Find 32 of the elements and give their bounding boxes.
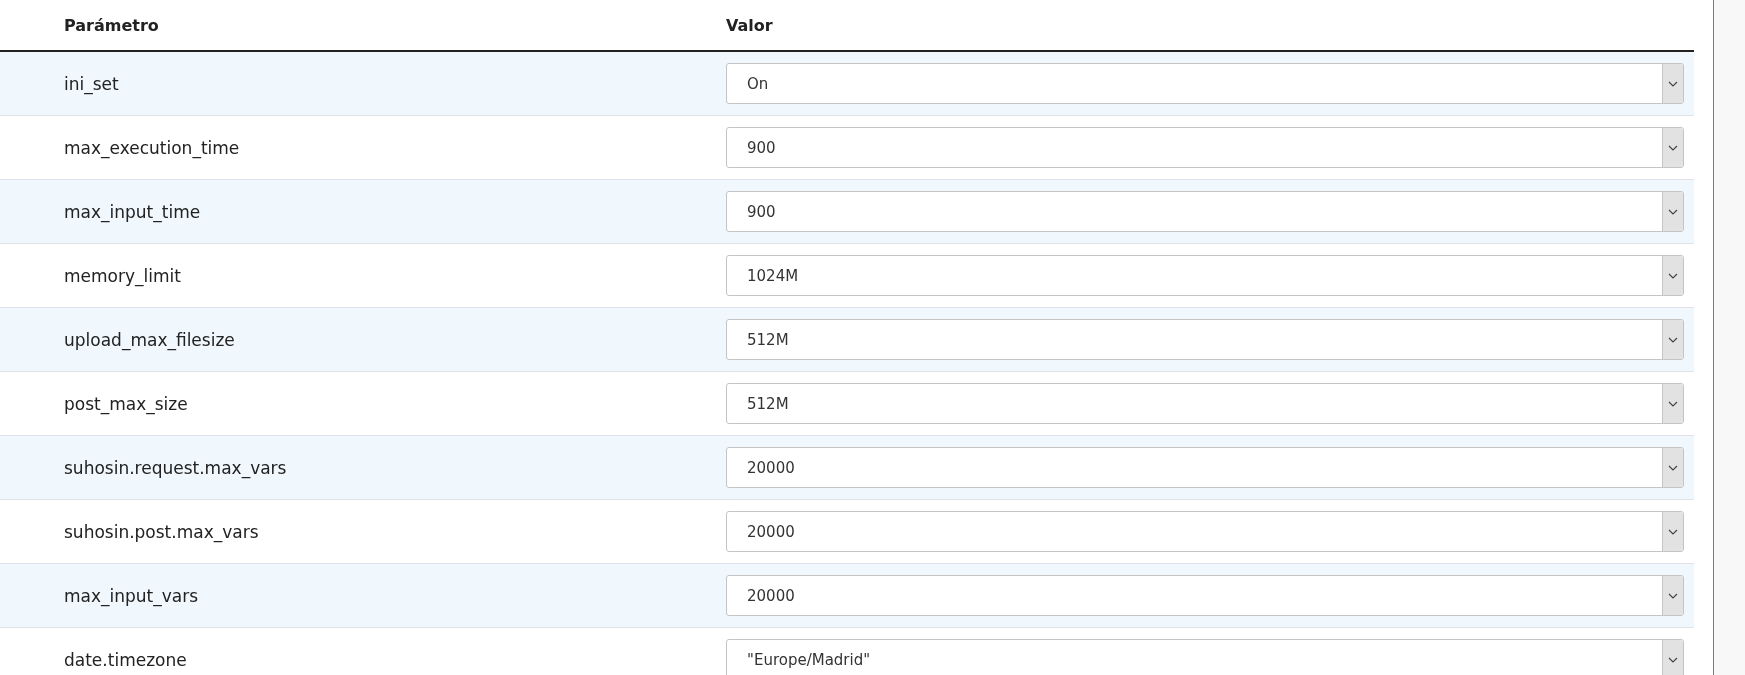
chevron-down-icon bbox=[1668, 272, 1678, 279]
chevron-down-icon bbox=[1668, 336, 1678, 343]
parameter-name: suhosin.request.max_vars bbox=[64, 457, 287, 478]
parameter-name: max_execution_time bbox=[64, 137, 240, 158]
parameter-name: post_max_size bbox=[64, 393, 188, 414]
parameter-name: ini_set bbox=[64, 73, 119, 94]
parameter-name: max_input_time bbox=[64, 201, 201, 222]
chevron-down-icon bbox=[1668, 144, 1678, 151]
value-dropdown[interactable]: 900 bbox=[726, 191, 1684, 232]
chevron-down-icon bbox=[1668, 400, 1678, 407]
column-header: Parámetro bbox=[64, 15, 159, 35]
value-dropdown[interactable]: On bbox=[726, 63, 1684, 104]
chevron-down-icon bbox=[1668, 656, 1678, 663]
chevron-down-icon bbox=[1668, 528, 1678, 535]
parameter-name: max_input_vars bbox=[64, 585, 199, 606]
chevron-down-icon bbox=[1668, 208, 1678, 215]
chevron-down-icon bbox=[1668, 464, 1678, 471]
value-dropdown[interactable]: 512M bbox=[726, 319, 1684, 360]
value-dropdown[interactable]: 512M bbox=[726, 383, 1684, 424]
parameter-name: upload_max_filesize bbox=[64, 329, 235, 350]
value-dropdown[interactable]: 20000 bbox=[726, 511, 1684, 552]
chevron-down-icon bbox=[1668, 80, 1678, 87]
parameter-name: memory_limit bbox=[64, 265, 181, 286]
parameter-name: suhosin.post.max_vars bbox=[64, 521, 259, 542]
value-dropdown[interactable]: 1024M bbox=[726, 255, 1684, 296]
value-dropdown[interactable]: 900 bbox=[726, 127, 1684, 168]
value-dropdown[interactable]: 20000 bbox=[726, 575, 1684, 616]
chevron-down-icon bbox=[1668, 592, 1678, 599]
column-header: Valor bbox=[726, 15, 773, 35]
value-dropdown[interactable]: "Europe/Madrid" bbox=[726, 639, 1684, 675]
value-dropdown[interactable]: 20000 bbox=[726, 447, 1684, 488]
parameter-name: date.timezone bbox=[64, 649, 187, 670]
